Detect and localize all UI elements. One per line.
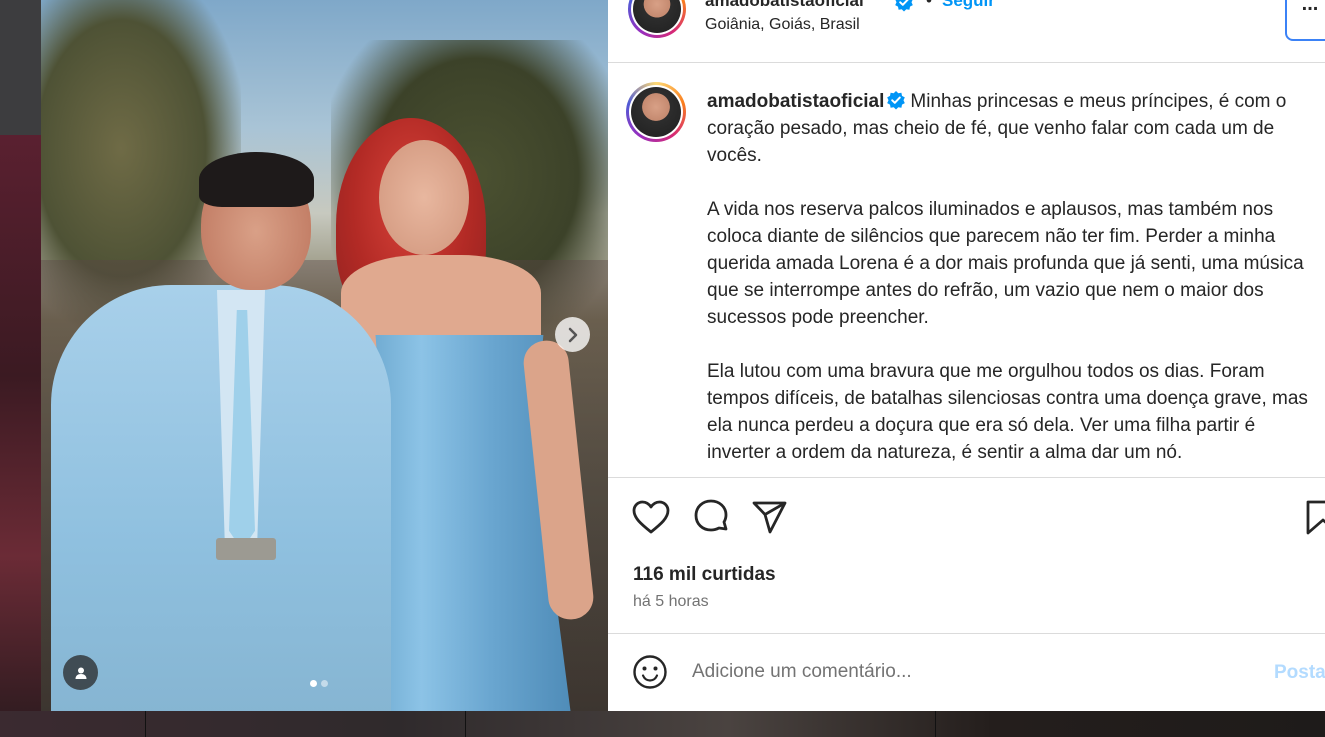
chevron-right-icon: [568, 327, 577, 342]
post-panel: amadobatistaoficial • Seguir Goiânia, Go…: [608, 0, 1325, 711]
post-timestamp[interactable]: há 5 horas: [633, 593, 709, 611]
more-options-button[interactable]: ...: [1285, 0, 1325, 41]
more-options-icon: ...: [1301, 0, 1319, 15]
heart-icon[interactable]: [631, 498, 671, 538]
comment-input[interactable]: [692, 656, 1252, 688]
post-actions: 116 mil curtidas há 5 horas: [608, 477, 1325, 634]
verified-badge-icon: [887, 91, 906, 110]
caption-paragraph: A vida nos reserva palcos iluminados e a…: [707, 199, 1304, 328]
caption-paragraph: amadobatistaoficial Minhas princesas e m…: [707, 88, 1317, 169]
header-username[interactable]: amadobatistaoficial: [705, 0, 864, 11]
tagged-users-button[interactable]: [63, 655, 98, 690]
photo-man-belt: [216, 538, 276, 560]
header-separator: •: [926, 0, 932, 10]
caption-username[interactable]: amadobatistaoficial: [707, 91, 884, 112]
photo-man-hair: [199, 152, 314, 207]
post-photo[interactable]: [41, 0, 608, 711]
carousel-indicator: [310, 680, 328, 687]
carousel-dot: [321, 680, 328, 687]
carousel-next-button[interactable]: [555, 317, 590, 352]
backdrop-area: [0, 135, 41, 737]
backdrop-thumbnails: [0, 711, 1325, 737]
comment-form: Postar: [608, 634, 1325, 711]
post-location[interactable]: Goiânia, Goiás, Brasil: [705, 16, 860, 34]
emoji-icon[interactable]: [632, 654, 668, 690]
caption-text: amadobatistaoficial Minhas princesas e m…: [707, 88, 1317, 477]
carousel-dot-active: [310, 680, 317, 687]
post-comment-button[interactable]: Postar: [1274, 662, 1325, 684]
comment-icon[interactable]: [691, 498, 731, 538]
avatar[interactable]: [626, 82, 686, 142]
likes-count[interactable]: 116 mil curtidas: [633, 564, 776, 586]
thumbnail: [935, 711, 1325, 737]
follow-button[interactable]: Seguir: [942, 0, 995, 11]
bookmark-icon[interactable]: [1304, 498, 1325, 538]
verified-badge-icon: [895, 0, 913, 12]
send-icon[interactable]: [750, 498, 790, 538]
backdrop-area: [0, 0, 41, 135]
avatar[interactable]: [628, 0, 686, 38]
caption-paragraph: Ela lutou com uma bravura que me orgulho…: [707, 361, 1308, 463]
thumbnail: [145, 711, 345, 737]
thumbnail: [465, 711, 935, 737]
post-header: amadobatistaoficial • Seguir Goiânia, Go…: [608, 0, 1325, 63]
post-caption[interactable]: amadobatistaoficial Minhas princesas e m…: [608, 64, 1325, 477]
photo-woman-face: [379, 140, 469, 255]
user-tag-icon: [75, 667, 86, 679]
